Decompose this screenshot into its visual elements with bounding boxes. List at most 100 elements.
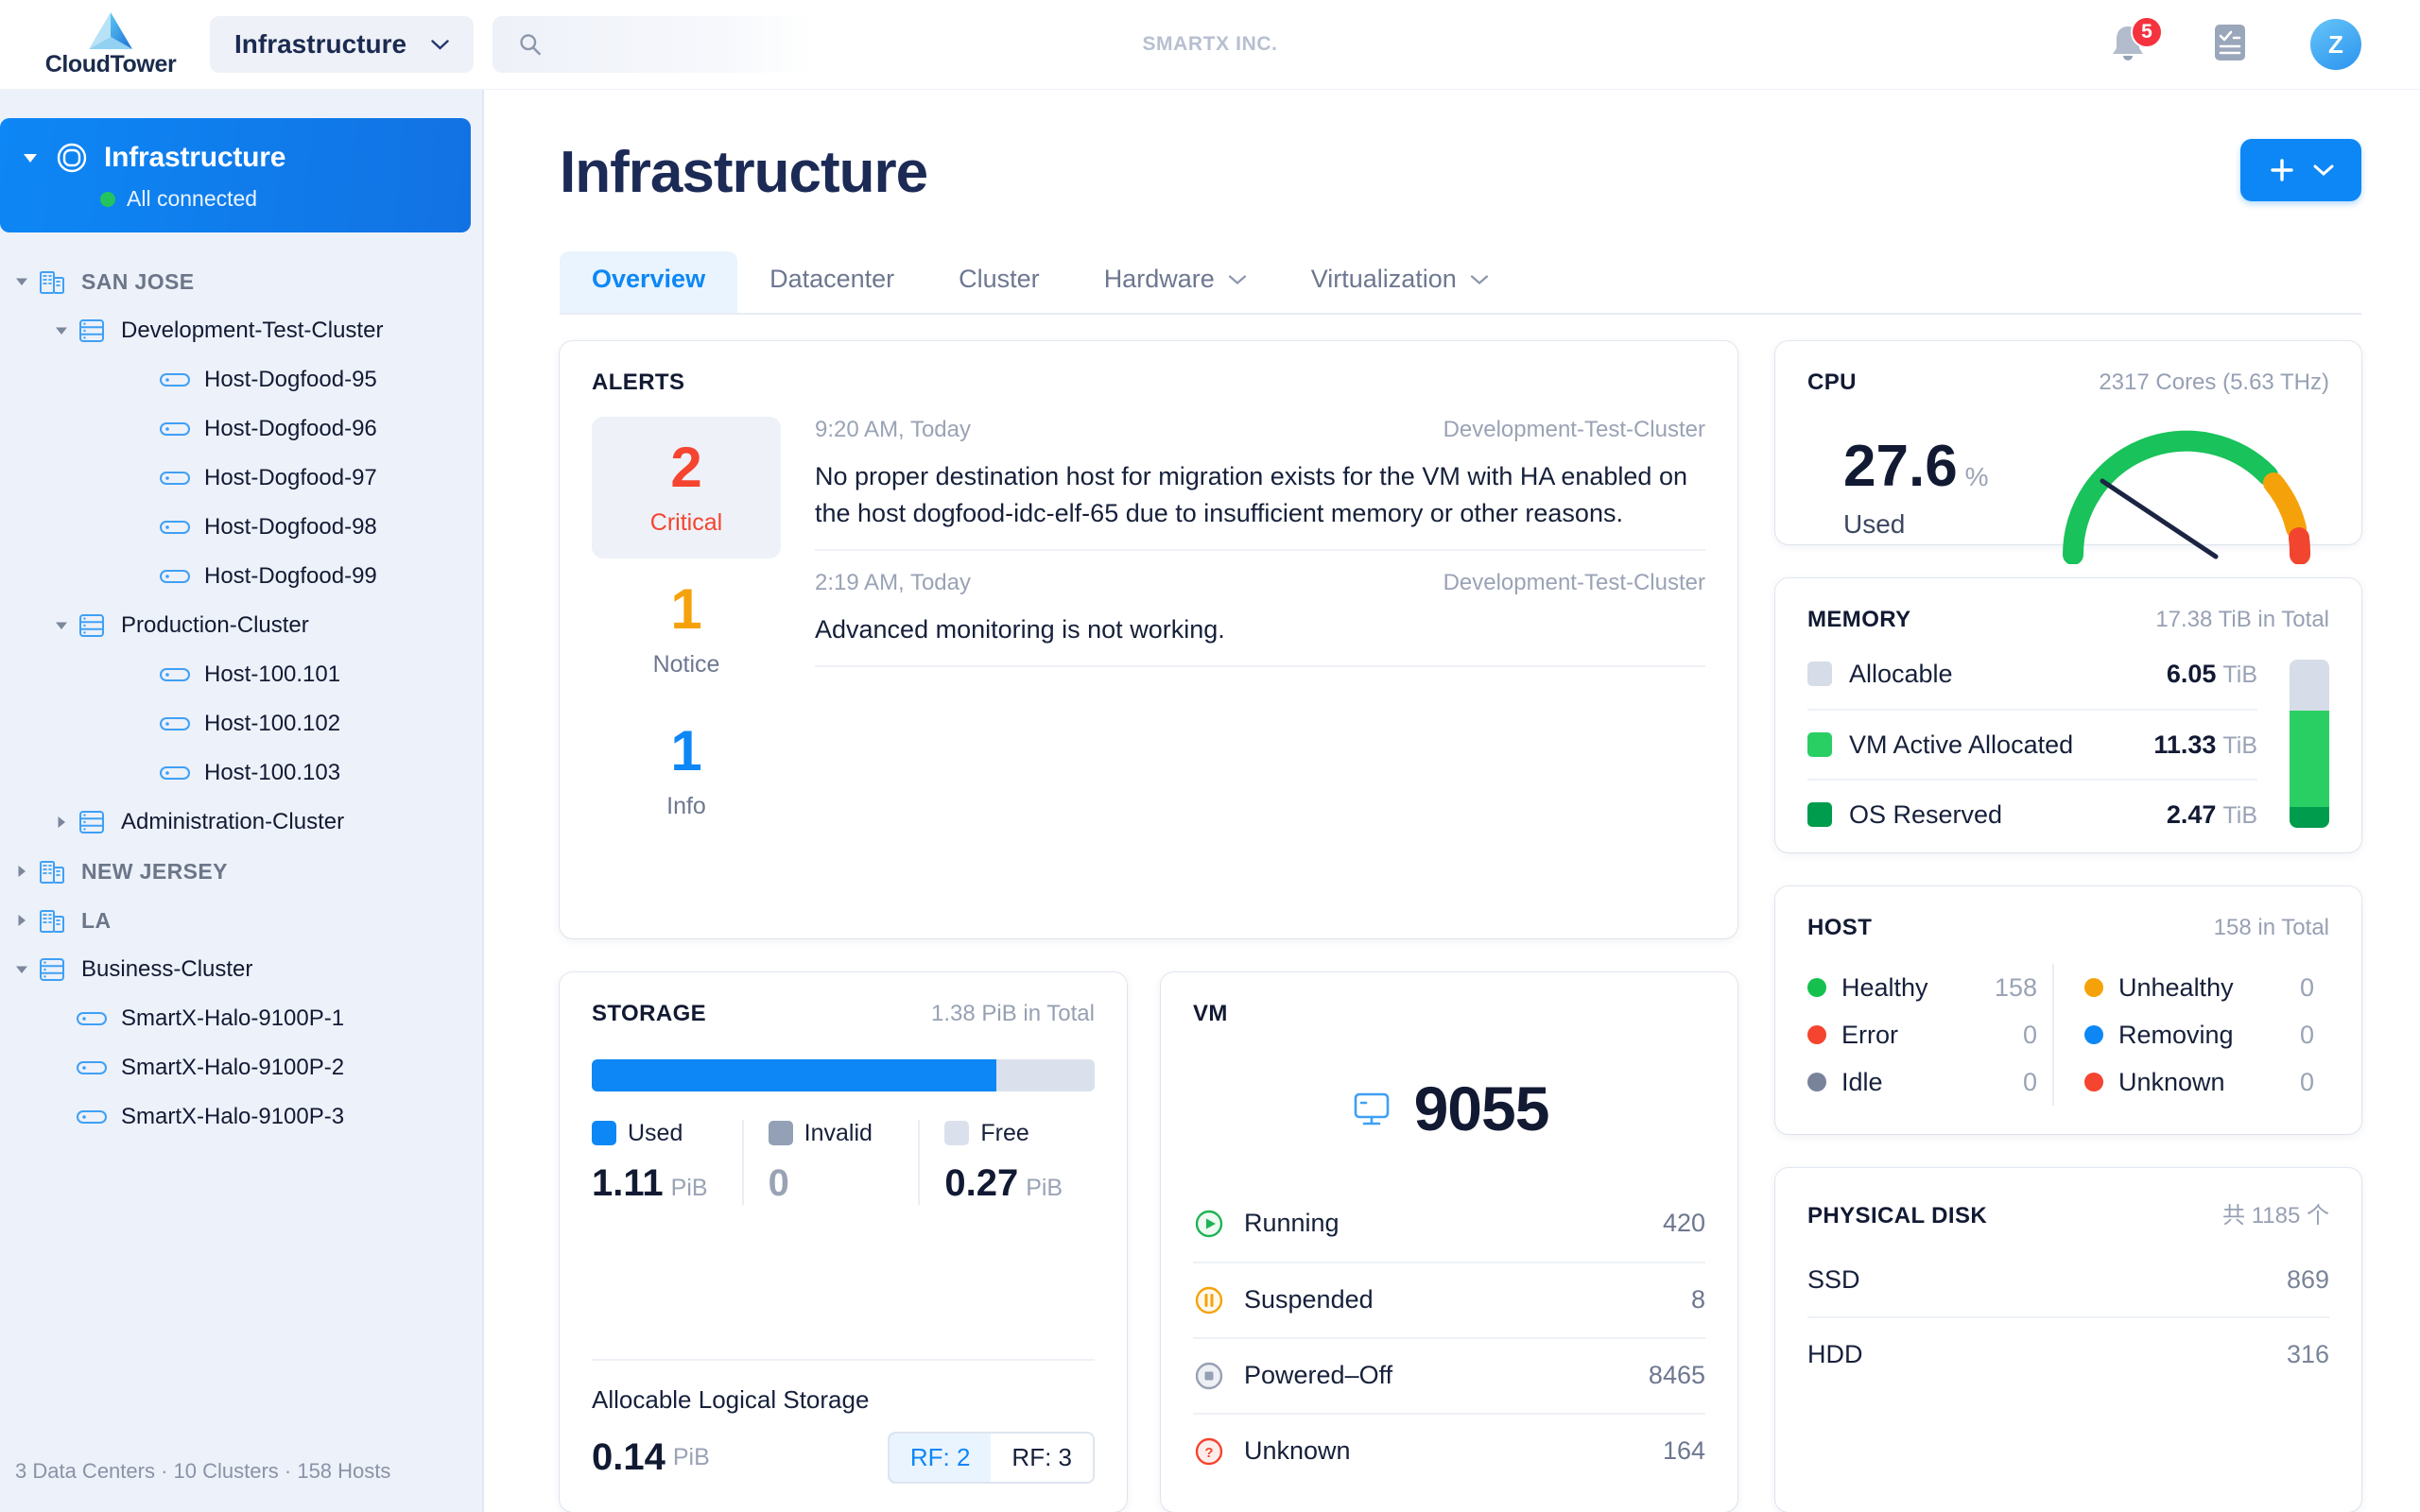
host-status-row[interactable]: Idle 0 [1807, 1068, 2052, 1097]
caret-down-icon[interactable] [21, 148, 40, 167]
host-status-count: 158 [1994, 972, 2037, 1002]
search-field[interactable] [543, 31, 815, 58]
sidebar-item-administration-cluster[interactable]: Administration-Cluster [0, 798, 484, 847]
sidebar-item-new-jersey[interactable]: NEW JERSEY [0, 847, 484, 896]
sidebar-item-host-100-101[interactable]: Host-100.101 [0, 650, 484, 699]
alert-item[interactable]: 9:20 AM, Today Development-Test-Cluster No… [815, 417, 1705, 552]
host-icon [74, 1057, 110, 1078]
physical-disk-row[interactable]: HDD 316 [1807, 1316, 2329, 1390]
sidebar-resize-handle[interactable] [482, 90, 484, 1512]
memory-rows: Allocable 6.05 TiB VM Active Allocated 11.33… [1807, 639, 2257, 849]
sidebar-item-smartx-halo-9100p-3[interactable]: SmartX-Halo-9100P-3 [0, 1092, 484, 1142]
tree-node-label: Administration-Cluster [121, 809, 345, 834]
storage-total: 1.38 PiB in Total [930, 1000, 1095, 1026]
status-dot [100, 191, 115, 207]
memory-swatch [1807, 732, 1832, 757]
sidebar-item-host-dogfood-99[interactable]: Host-Dogfood-99 [0, 552, 484, 601]
caret-down-icon[interactable] [49, 617, 74, 634]
caret-right-icon[interactable] [9, 863, 34, 880]
host-status-row[interactable]: Healthy 158 [1807, 973, 2052, 1003]
vm-status-row[interactable]: ? Unknown 164 [1193, 1412, 1705, 1488]
host-total: 158 in Total [2213, 915, 2329, 940]
host-icon [157, 566, 193, 587]
alert-count-info[interactable]: 1 Info [592, 700, 781, 842]
memory-total: 17.38 TiB in Total [2155, 607, 2329, 632]
sidebar-item-infrastructure[interactable]: Infrastructure All connected [0, 118, 471, 232]
rf-option-3[interactable]: RF: 3 [991, 1434, 1093, 1482]
host-icon [74, 1008, 110, 1029]
alert-message: Advanced monitoring is not working. [815, 615, 1225, 644]
sidebar-item-smartx-halo-9100p-2[interactable]: SmartX-Halo-9100P-2 [0, 1043, 484, 1092]
host-status-label: Error [1841, 1020, 1898, 1049]
legend-value: 1.11 [592, 1161, 664, 1204]
sidebar-item-business-cluster[interactable]: Business-Cluster [0, 945, 484, 994]
chevron-down-icon [1470, 274, 1488, 284]
sidebar-item-host-dogfood-96[interactable]: Host-Dogfood-96 [0, 404, 484, 454]
sidebar-item-host-dogfood-97[interactable]: Host-Dogfood-97 [0, 454, 484, 503]
caret-right-icon[interactable] [9, 912, 34, 929]
tree-node-label: Host-100.101 [204, 662, 341, 687]
alert-count-label: Info [666, 792, 706, 819]
tab-hardware[interactable]: Hardware [1072, 251, 1279, 313]
sidebar-item-san-jose[interactable]: SAN JOSE [0, 257, 484, 306]
memory-row: OS Reserved 2.47 TiB [1807, 779, 2257, 849]
physical-disk-row[interactable]: SSD 869 [1807, 1243, 2329, 1316]
sidebar-item-host-dogfood-95[interactable]: Host-Dogfood-95 [0, 355, 484, 404]
caret-right-icon[interactable] [49, 814, 74, 831]
host-status-count: 0 [2022, 1067, 2037, 1096]
sidebar-item-host-100-102[interactable]: Host-100.102 [0, 699, 484, 748]
add-button[interactable] [2240, 139, 2361, 201]
tab-cluster[interactable]: Cluster [926, 251, 1072, 313]
search-icon [520, 34, 541, 56]
alert-count-notice[interactable]: 1 Notice [592, 558, 781, 700]
sidebar-item-host-dogfood-98[interactable]: Host-Dogfood-98 [0, 503, 484, 552]
pause-circle-icon [1193, 1284, 1225, 1316]
caret-down-icon[interactable] [9, 273, 34, 290]
tab-virtualization[interactable]: Virtualization [1279, 251, 1521, 313]
host-status-row[interactable]: Error 0 [1807, 1021, 2052, 1050]
tasks-button[interactable] [2208, 20, 2252, 70]
brand-name: CloudTower [44, 50, 177, 77]
caret-down-icon[interactable] [9, 961, 34, 978]
tree-node-label: Host-100.102 [204, 711, 341, 736]
tab-datacenter[interactable]: Datacenter [737, 251, 926, 313]
vm-status-row[interactable]: Running 420 [1193, 1186, 1705, 1262]
sidebar-item-development-test-cluster[interactable]: Development-Test-Cluster [0, 306, 484, 355]
alert-item[interactable]: 2:19 AM, Today Development-Test-Cluster Ad… [815, 551, 1705, 668]
host-status-row[interactable]: Removing 0 [2084, 1021, 2329, 1050]
legend-value: 0 [768, 1161, 789, 1204]
host-status-row[interactable]: Unhealthy 0 [2084, 973, 2329, 1003]
alert-count-critical[interactable]: 2 Critical [592, 417, 781, 558]
sidebar-root-status: All connected [127, 186, 258, 211]
notifications-button[interactable]: 5 [2106, 16, 2163, 67]
brand-logo[interactable]: CloudTower [21, 11, 200, 78]
host-status-row[interactable]: Unknown 0 [2084, 1068, 2329, 1097]
sidebar-item-smartx-halo-9100p-1[interactable]: SmartX-Halo-9100P-1 [0, 994, 484, 1043]
search-input[interactable] [493, 16, 815, 73]
physical-disk-card: PHYSICAL DISK 共 1185 个 SSD 869 HDD 316 [1775, 1168, 2361, 1512]
sidebar-item-la[interactable]: LA [0, 896, 484, 945]
vm-card: VM 9055 Running 420 Suspended 8 Powered–Off 8… [1161, 971, 1737, 1512]
avatar[interactable]: Z [2310, 19, 2361, 70]
monitor-icon [1354, 1092, 1389, 1125]
memory-bar-segment [2290, 806, 2329, 828]
rf-option-2[interactable]: RF: 2 [889, 1434, 994, 1482]
module-switcher[interactable]: Infrastructure [210, 16, 475, 73]
host-status-count: 0 [2299, 1020, 2314, 1049]
alert-source: Development-Test-Cluster [1443, 570, 1705, 596]
sidebar-item-production-cluster[interactable]: Production-Cluster [0, 601, 484, 650]
infrastructure-tree: Infrastructure All connected SAN JOSE Dev… [0, 90, 484, 1431]
tree-node-label: Host-Dogfood-95 [204, 367, 377, 392]
vm-status-row[interactable]: Powered–Off 8465 [1193, 1336, 1705, 1413]
vm-status-count: 420 [1662, 1209, 1705, 1237]
alert-count-label: Notice [652, 650, 720, 678]
replication-factor-toggle[interactable]: RF: 2 RF: 3 [887, 1432, 1095, 1484]
tab-overview[interactable]: Overview [560, 251, 738, 313]
allocable-unit: PiB [672, 1444, 710, 1470]
sidebar-item-host-100-103[interactable]: Host-100.103 [0, 748, 484, 798]
host-icon [157, 419, 193, 439]
caret-down-icon[interactable] [49, 322, 74, 339]
vm-status-row[interactable]: Suspended 8 [1193, 1261, 1705, 1337]
memory-label: OS Reserved [1849, 799, 2003, 829]
legend-unit: PiB [1026, 1174, 1063, 1201]
